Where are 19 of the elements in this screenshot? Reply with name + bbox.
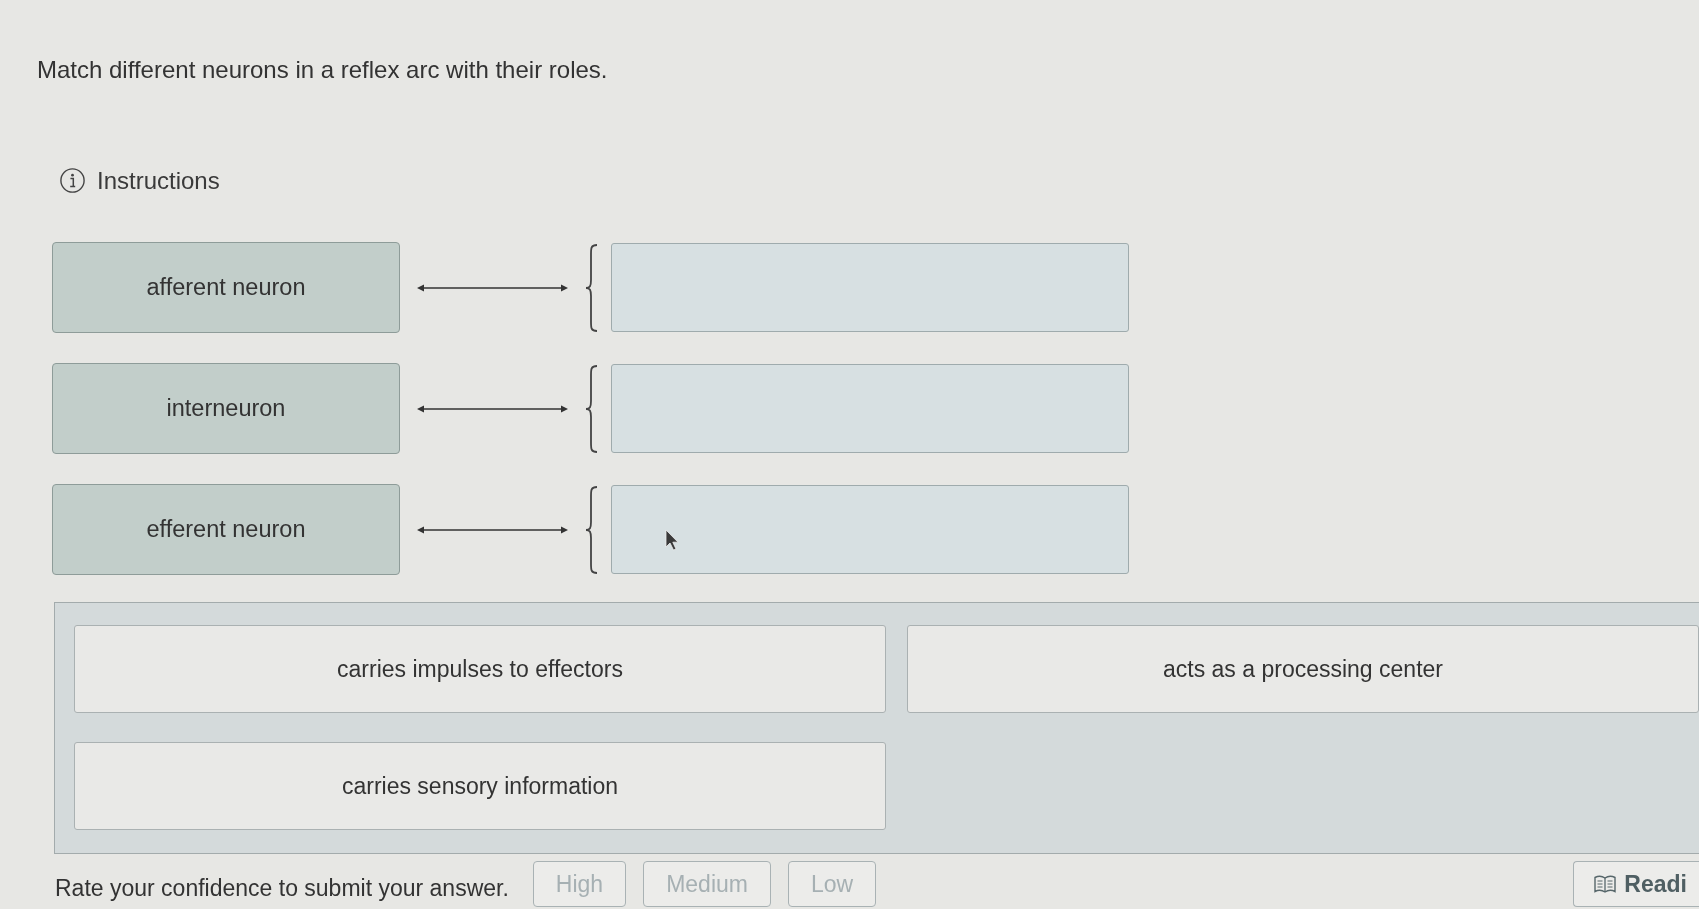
term-card: afferent neuron — [52, 242, 400, 333]
cursor-icon — [665, 529, 679, 551]
answer-card[interactable]: carries sensory information — [74, 742, 886, 830]
brace-icon — [585, 485, 599, 574]
term-card: efferent neuron — [52, 484, 400, 575]
question-prompt: Match different neurons in a reflex arc with their roles. — [37, 56, 608, 83]
term-card: interneuron — [52, 363, 400, 454]
book-icon — [1594, 875, 1617, 893]
drop-zone[interactable] — [611, 243, 1129, 332]
info-icon — [60, 168, 85, 193]
reading-button[interactable]: Readi — [1573, 861, 1699, 907]
confidence-prompt: Rate your confidence to submit your answer. — [55, 875, 509, 902]
brace-icon — [585, 364, 599, 453]
drop-zone[interactable] — [611, 364, 1129, 453]
brace-icon — [585, 243, 599, 332]
answer-card[interactable]: carries impulses to effectors — [74, 625, 886, 713]
drop-zone[interactable] — [611, 485, 1129, 574]
instructions-link[interactable]: Instructions — [97, 166, 220, 195]
answer-card[interactable]: acts as a processing center — [907, 625, 1699, 713]
